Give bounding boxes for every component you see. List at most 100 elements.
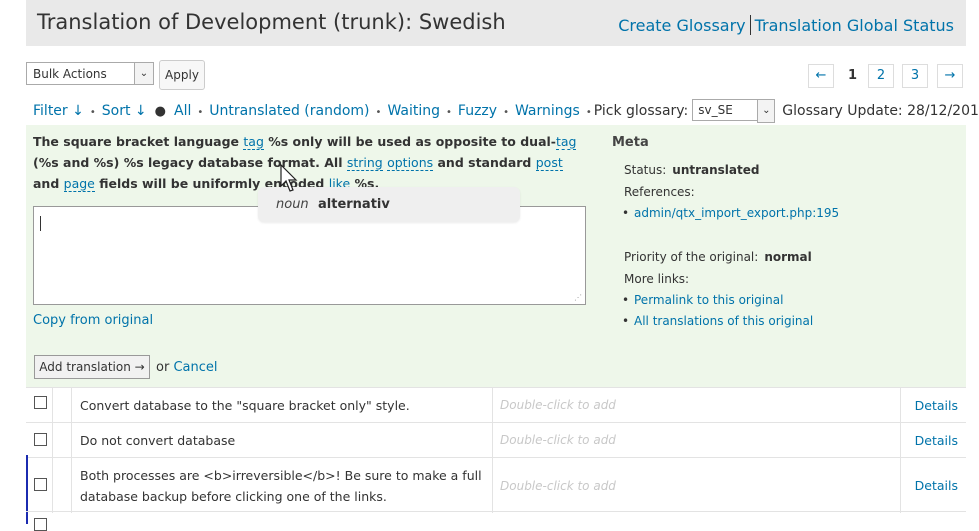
details-link[interactable]: Details xyxy=(915,398,958,413)
bulk-actions-select[interactable]: Bulk Actions ⌄ xyxy=(26,62,154,85)
apply-button[interactable]: Apply xyxy=(159,60,205,90)
meta-priority: Priority of the original: normal xyxy=(624,250,812,264)
row-status-bar xyxy=(26,512,28,524)
tooltip-translation: alternativ xyxy=(318,197,390,212)
row-translation[interactable]: Double-click to add xyxy=(492,387,901,423)
header-link-divider xyxy=(749,15,751,35)
details-link[interactable]: Details xyxy=(915,433,958,448)
row-original: Do not convert database xyxy=(71,422,493,458)
pick-glossary-label: Pick glossary: xyxy=(593,103,689,119)
translations-table: Convert database to the "square bracket … xyxy=(26,387,966,513)
status-label: Status: xyxy=(624,163,667,177)
prev-page-button[interactable]: ← xyxy=(808,64,834,88)
row-priority-cell xyxy=(52,422,72,458)
glossary-term-tag[interactable]: tag xyxy=(555,134,577,150)
priority-label: Priority of the original: xyxy=(624,250,759,264)
glossary-term-string[interactable]: string xyxy=(346,155,383,171)
cancel-link[interactable]: Cancel xyxy=(173,360,217,375)
row-original: Both processes are <b>irreversible</b>! … xyxy=(71,457,493,513)
more-links-label: More links: xyxy=(624,272,690,286)
row-checkbox-cell xyxy=(26,457,53,513)
filter-toggle[interactable]: Filter ↓ xyxy=(33,103,84,119)
filter-waiting[interactable]: Waiting xyxy=(387,103,440,119)
filter-fuzzy[interactable]: Fuzzy xyxy=(458,103,497,119)
table-row[interactable]: Do not convert database Double-click to … xyxy=(26,422,966,458)
glossary-term-tag[interactable]: tag xyxy=(243,134,264,150)
original-text: and standard xyxy=(433,155,536,170)
row-checkbox[interactable] xyxy=(34,433,47,446)
row-translation[interactable]: Double-click to add xyxy=(492,457,901,513)
glossary-term-post[interactable]: post xyxy=(535,155,563,171)
table-row[interactable]: Convert database to the "square bracket … xyxy=(26,387,966,423)
details-link[interactable]: Details xyxy=(915,478,958,493)
row-status-bar xyxy=(26,455,28,510)
table-row[interactable]: Both processes are <b>irreversible</b>! … xyxy=(26,457,966,513)
page-2-button[interactable]: 2 xyxy=(868,64,894,88)
more-links-item: Permalink to this original xyxy=(622,293,783,307)
glossary-select-value: sv_SE xyxy=(698,103,733,117)
filter-untranslated[interactable]: Untranslated xyxy=(209,103,300,119)
tooltip-part-of-speech: noun xyxy=(276,197,309,212)
status-value: untranslated xyxy=(672,163,760,177)
translation-editor: The square bracket language tag %s only … xyxy=(26,125,966,387)
chevron-down-icon: ⌄ xyxy=(134,63,153,84)
meta-title: Meta xyxy=(612,135,649,150)
row-checkbox[interactable] xyxy=(34,518,47,531)
row-translation[interactable]: Double-click to add xyxy=(492,422,901,458)
reference-link[interactable]: admin/qtx_import_export.php:195 xyxy=(634,206,839,220)
row-details-cell: Details xyxy=(900,457,966,513)
filter-random[interactable]: (random) xyxy=(304,103,369,119)
original-text: The square bracket language xyxy=(33,134,244,149)
meta-status: Status: untranslated xyxy=(624,163,759,177)
separator-dot: • xyxy=(89,107,96,118)
row-original: Convert database to the "square bracket … xyxy=(71,387,493,423)
current-page: 1 xyxy=(848,68,858,83)
translation-global-status-link[interactable]: Translation Global Status xyxy=(755,16,954,35)
next-page-button[interactable]: → xyxy=(937,64,963,88)
meta-panel: Meta Status: untranslated References: adm… xyxy=(612,135,839,328)
references-label: References: xyxy=(624,185,695,199)
row-checkbox-cell xyxy=(26,422,53,458)
or-cancel: or Cancel xyxy=(156,360,218,375)
row-details-cell: Details xyxy=(900,422,966,458)
priority-value: normal xyxy=(764,250,812,264)
create-glossary-link[interactable]: Create Glossary xyxy=(618,16,745,35)
glossary-term-page[interactable]: page xyxy=(63,176,95,192)
row-checkbox[interactable] xyxy=(34,478,47,491)
row-details-cell: Details xyxy=(900,387,966,423)
filter-all[interactable]: All xyxy=(174,103,191,119)
row-checkbox[interactable] xyxy=(34,396,47,409)
glossary-update-text: Glossary Update: 28/12/2016 xyxy=(782,103,979,119)
current-filter-bullet: ● xyxy=(154,104,166,119)
original-string: The square bracket language tag %s only … xyxy=(33,131,593,194)
sort-toggle[interactable]: Sort ↓ xyxy=(102,103,147,119)
row-divider xyxy=(26,511,966,512)
filter-bar: Filter ↓ • Sort ↓ ● All • Untranslated (random… xyxy=(33,99,979,123)
or-text: or xyxy=(156,360,170,375)
separator-dot: • xyxy=(446,107,452,118)
original-text: %s only will be used as opposite to dual… xyxy=(263,134,556,149)
row-checkbox-cell xyxy=(26,387,53,423)
permalink-link[interactable]: Permalink to this original xyxy=(634,293,783,307)
separator-dot: • xyxy=(585,107,592,118)
glossary-select[interactable]: sv_SE ⌄ xyxy=(692,99,776,123)
row-priority-cell xyxy=(52,457,72,513)
filter-warnings[interactable]: Warnings xyxy=(515,103,580,119)
copy-from-original-link[interactable]: Copy from original xyxy=(33,313,153,328)
resize-grip-icon[interactable]: ⋰ xyxy=(574,293,582,302)
add-translation-button[interactable]: Add translation → xyxy=(34,355,150,379)
original-text: and xyxy=(33,176,64,191)
header-links: Create Glossary Translation Global Status xyxy=(618,15,954,35)
mouse-pointer-icon xyxy=(280,164,298,192)
separator-dot: • xyxy=(197,107,204,118)
text-caret xyxy=(40,216,41,231)
separator-dot: • xyxy=(375,107,382,118)
glossary-term-options[interactable]: options xyxy=(387,155,434,171)
all-translations-link[interactable]: All translations of this original xyxy=(634,314,813,328)
separator-dot: • xyxy=(503,107,509,118)
row-priority-cell xyxy=(52,387,72,423)
more-links-item: All translations of this original xyxy=(622,314,813,328)
page-title: Translation of Development (trunk): Swed… xyxy=(37,10,506,34)
page-header: Translation of Development (trunk): Swed… xyxy=(26,0,966,46)
page-3-button[interactable]: 3 xyxy=(902,64,928,88)
